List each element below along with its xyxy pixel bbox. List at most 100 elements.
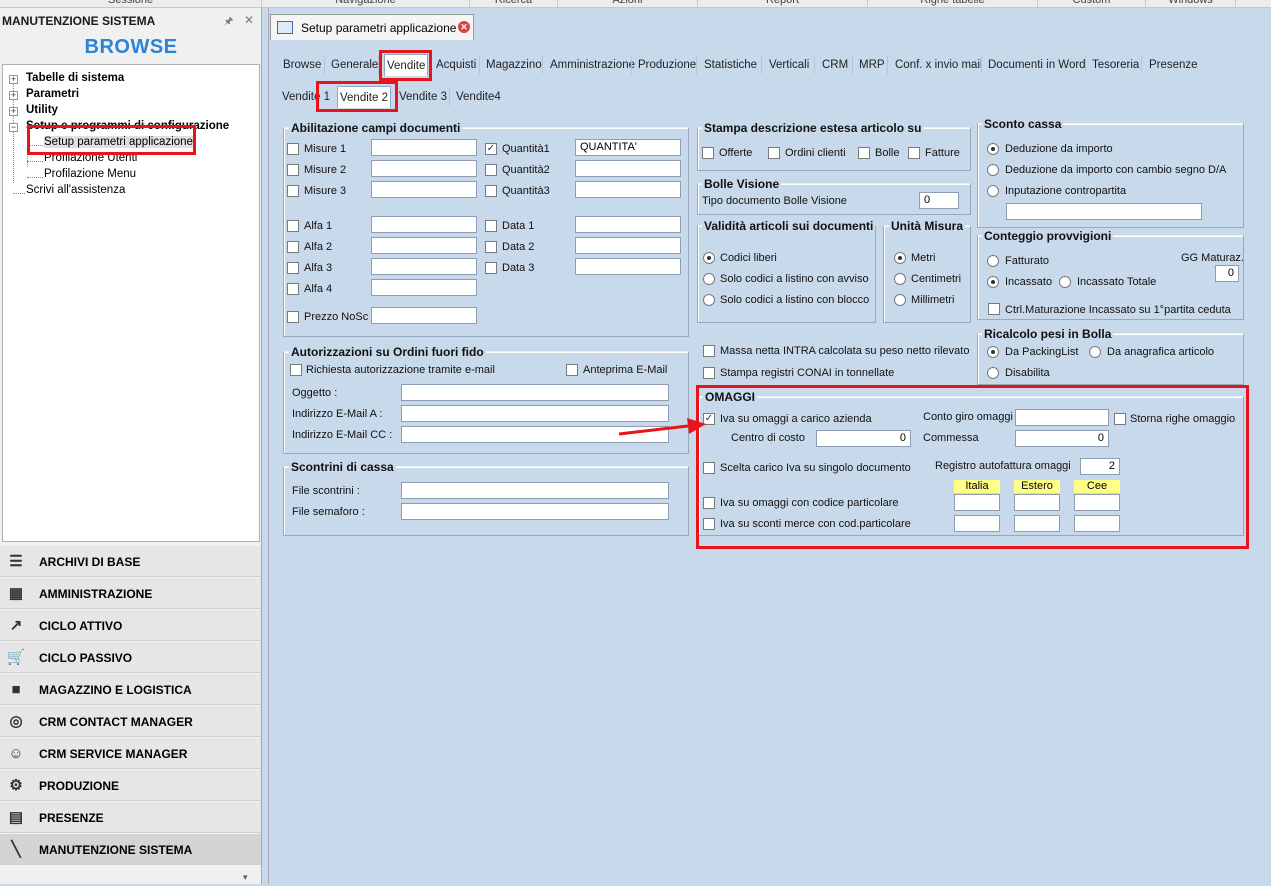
module-amministrazione[interactable]: ▦ AMMINISTRAZIONE (0, 578, 261, 609)
tree-item-assistenza[interactable]: Scrivi all'assistenza (26, 184, 125, 196)
alfa2-field[interactable] (371, 237, 477, 254)
alfa3-field[interactable] (371, 258, 477, 275)
tab-tesoreria[interactable]: Tesoreria (1090, 54, 1141, 76)
module-archivi-di-base[interactable]: ☰ ARCHIVI DI BASE (0, 546, 261, 577)
subtab-vendite-3[interactable]: Vendite 3 (397, 86, 449, 108)
tipo-documento-field[interactable]: 0 (919, 192, 959, 209)
millimetri-radio[interactable] (894, 294, 906, 306)
tab-presenze[interactable]: Presenze (1147, 54, 1200, 76)
alfa1-checkbox[interactable] (287, 220, 299, 232)
tab-amministrazione[interactable]: Amministrazione (548, 54, 637, 76)
tab-statistiche[interactable]: Statistiche (702, 54, 759, 76)
data2-field[interactable] (575, 237, 681, 254)
expand-icon[interactable]: + (9, 75, 18, 84)
offerte-checkbox[interactable] (702, 147, 714, 159)
incassato-totale-radio[interactable] (1059, 276, 1071, 288)
ctrl-maturazione-checkbox[interactable] (988, 303, 1000, 315)
quantita2-field[interactable] (575, 160, 681, 177)
module-ciclo-attivo[interactable]: ↗ CICLO ATTIVO (0, 610, 261, 641)
quantita3-checkbox[interactable] (485, 185, 497, 197)
expand-icon[interactable]: + (9, 91, 18, 100)
tab-documenti-word[interactable]: Documenti in Word (986, 54, 1088, 76)
quantita1-checkbox[interactable]: ✓ (485, 143, 497, 155)
inputazione-contropartita-radio[interactable] (987, 185, 999, 197)
scroll-down-icon[interactable]: ▾ (243, 872, 248, 883)
menu-ricerca[interactable]: Ricerca (470, 0, 558, 7)
misure1-checkbox[interactable] (287, 143, 299, 155)
tab-acquisti[interactable]: Acquisti (434, 54, 478, 76)
conai-checkbox[interactable] (703, 367, 715, 379)
tab-crm[interactable]: CRM (820, 54, 850, 76)
misure3-field[interactable] (371, 181, 477, 198)
alfa2-checkbox[interactable] (287, 241, 299, 253)
gg-maturazione-field[interactable]: 0 (1215, 265, 1239, 282)
quantita2-checkbox[interactable] (485, 164, 497, 176)
misure2-field[interactable] (371, 160, 477, 177)
tab-produzione[interactable]: Produzione (636, 54, 698, 76)
contropartita-field[interactable] (1006, 203, 1202, 220)
file-scontrini-field[interactable] (401, 482, 669, 499)
close-tab-icon[interactable]: ✕ (458, 21, 470, 33)
subtab-vendite4[interactable]: Vendite4 (454, 86, 503, 108)
misure2-checkbox[interactable] (287, 164, 299, 176)
menu-report[interactable]: Report (698, 0, 868, 7)
prezzo-nosc-checkbox[interactable] (287, 311, 299, 323)
pin-icon[interactable]: 🖈 (224, 14, 233, 31)
deduzione-importo-radio[interactable] (987, 143, 999, 155)
disabilita-radio[interactable] (987, 367, 999, 379)
packinglist-radio[interactable] (987, 346, 999, 358)
tree-item-profilazione-menu[interactable]: Profilazione Menu (44, 168, 136, 180)
menu-sessione[interactable]: Sessione (0, 0, 262, 7)
expand-icon[interactable]: + (9, 107, 18, 116)
incassato-radio[interactable] (987, 276, 999, 288)
tab-verticali[interactable]: Verticali (767, 54, 811, 76)
codici-liberi-radio[interactable] (703, 252, 715, 264)
tab-browse[interactable]: Browse (281, 54, 323, 76)
menu-righe-tabelle[interactable]: Righe tabelle (868, 0, 1038, 7)
module-magazzino[interactable]: ■ MAGAZZINO E LOGISTICA (0, 674, 261, 705)
tree-item-parametri[interactable]: Parametri (26, 88, 79, 100)
menu-navigazione[interactable]: Navigazione (262, 0, 470, 7)
file-semaforo-field[interactable] (401, 503, 669, 520)
ordini-clienti-checkbox[interactable] (768, 147, 780, 159)
alfa3-checkbox[interactable] (287, 262, 299, 274)
tree-item-utility[interactable]: Utility (26, 104, 58, 116)
quantita3-field[interactable] (575, 181, 681, 198)
anteprima-email-checkbox[interactable] (566, 364, 578, 376)
alfa1-field[interactable] (371, 216, 477, 233)
document-tab[interactable]: Setup parametri applicazione ✕ (270, 14, 474, 40)
codici-blocco-radio[interactable] (703, 294, 715, 306)
oggetto-field[interactable] (401, 384, 669, 401)
centimetri-radio[interactable] (894, 273, 906, 285)
tree-item-tabelle[interactable]: Tabelle di sistema (26, 72, 124, 84)
module-manutenzione[interactable]: ╲ MANUTENZIONE SISTEMA (0, 834, 261, 865)
menu-custom[interactable]: Custom (1038, 0, 1146, 7)
module-presenze[interactable]: ▤ PRESENZE (0, 802, 261, 833)
data1-checkbox[interactable] (485, 220, 497, 232)
richiesta-autorizzazione-checkbox[interactable] (290, 364, 302, 376)
bolle-checkbox[interactable] (858, 147, 870, 159)
data3-checkbox[interactable] (485, 262, 497, 274)
data2-checkbox[interactable] (485, 241, 497, 253)
module-produzione[interactable]: ⚙ PRODUZIONE (0, 770, 261, 801)
anagrafica-articolo-radio[interactable] (1089, 346, 1101, 358)
module-ciclo-passivo[interactable]: 🛒 CICLO PASSIVO (0, 642, 261, 673)
menu-azioni[interactable]: Azioni (558, 0, 698, 7)
misure3-checkbox[interactable] (287, 185, 299, 197)
tab-generale[interactable]: Generale (329, 54, 380, 76)
menu-windows[interactable]: Windows (1146, 0, 1236, 7)
module-crm-service[interactable]: ☺ CRM SERVICE MANAGER (0, 738, 261, 769)
alfa4-field[interactable] (371, 279, 477, 296)
fatture-checkbox[interactable] (908, 147, 920, 159)
data3-field[interactable] (575, 258, 681, 275)
tab-conf-invio-mail[interactable]: Conf. x invio mail (893, 54, 985, 76)
massa-netta-checkbox[interactable] (703, 345, 715, 357)
misure1-field[interactable] (371, 139, 477, 156)
deduzione-cambio-segno-radio[interactable] (987, 164, 999, 176)
tab-magazzino[interactable]: Magazzino (484, 54, 544, 76)
fatturato-radio[interactable] (987, 255, 999, 267)
tab-mrp[interactable]: MRP (857, 54, 887, 76)
prezzo-nosc-field[interactable] (371, 307, 477, 324)
module-crm-contact[interactable]: ◎ CRM CONTACT MANAGER (0, 706, 261, 737)
codici-avviso-radio[interactable] (703, 273, 715, 285)
